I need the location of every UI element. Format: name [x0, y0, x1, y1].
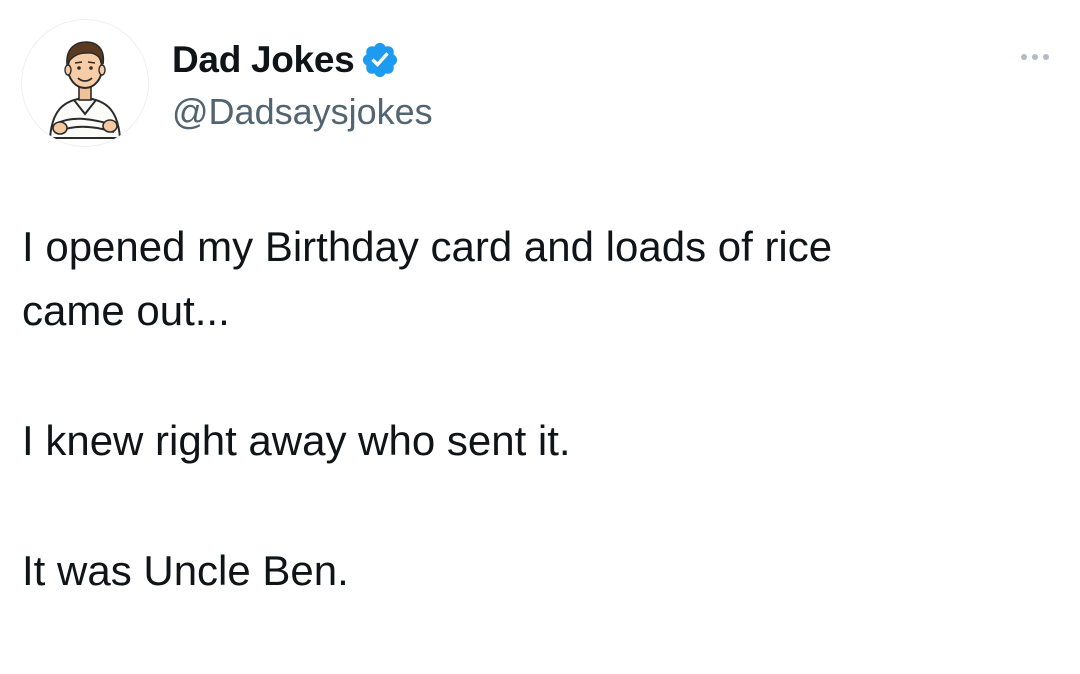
cartoon-dad-avatar-icon	[22, 20, 148, 146]
more-options-icon[interactable]	[1012, 42, 1058, 72]
author-handle[interactable]: @Dadsaysjokes	[172, 88, 433, 136]
author-display-name[interactable]: Dad Jokes	[172, 36, 355, 84]
tweet-text-line-1: I opened my Birthday card and loads of r…	[22, 223, 833, 270]
tweet-card: Dad Jokes @Dadsaysjokes I opened my Birt…	[0, 0, 1080, 674]
tweet-text-line-2: came out...	[22, 287, 230, 334]
verified-badge-icon[interactable]	[360, 40, 400, 80]
tweet-text-line-3: I knew right away who sent it.	[22, 417, 571, 464]
more-dot	[1043, 54, 1049, 60]
more-dot	[1021, 54, 1027, 60]
more-dot	[1032, 54, 1038, 60]
tweet-text-line-4: It was Uncle Ben.	[22, 547, 349, 594]
author-avatar[interactable]	[22, 20, 148, 146]
author-name-row[interactable]: Dad Jokes	[172, 36, 400, 84]
